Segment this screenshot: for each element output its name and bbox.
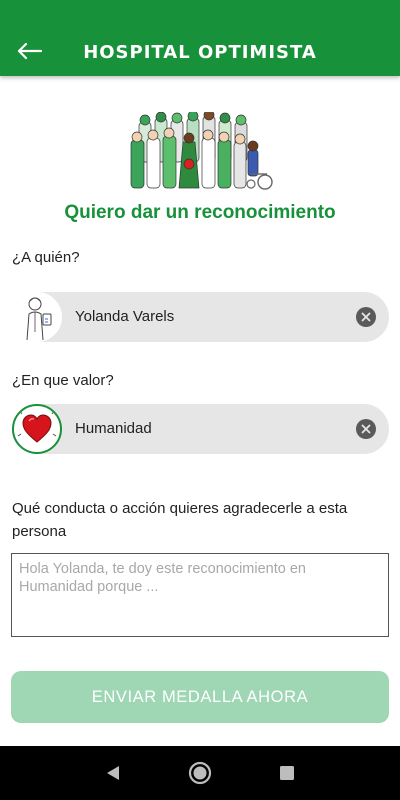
nav-home-icon [188,761,212,785]
value-clear-button[interactable] [356,419,376,439]
nav-back-button[interactable] [98,758,128,788]
nav-recents-icon [279,766,294,780]
page-headline: Quiero dar un reconocimiento [64,202,336,223]
recipient-chip[interactable]: Yolanda Varels [12,292,389,342]
send-medal-button[interactable]: ENVIAR MEDALLA AHORA [11,671,389,723]
system-nav-bar [0,746,400,800]
value-name: Humanidad [75,420,152,437]
value-avatar [12,404,62,454]
recipient-label: ¿A quién? [12,249,80,266]
clear-icon [361,424,371,434]
message-textarea[interactable] [11,553,389,637]
message-prompt: Qué conducta o acción quieres agradecerl… [12,500,348,540]
staff-group-illustration [130,112,273,190]
recipient-clear-button[interactable] [356,307,376,327]
nav-home-button[interactable] [185,758,215,788]
value-label: ¿En que valor? [12,372,114,389]
heart-icon [17,410,57,443]
recipient-name: Yolanda Varels [75,308,175,325]
app-title: HOSPITAL OPTIMISTA [83,41,317,63]
nav-recents-button[interactable] [272,758,302,788]
clear-icon [361,312,371,322]
app-bar: HOSPITAL OPTIMISTA [0,0,400,76]
value-chip[interactable]: Humanidad [12,404,389,454]
nav-back-icon [107,766,120,780]
doctor-avatar-icon [26,297,52,341]
arrow-left-icon [17,42,42,60]
back-button[interactable] [14,36,44,66]
recipient-avatar [12,292,62,342]
